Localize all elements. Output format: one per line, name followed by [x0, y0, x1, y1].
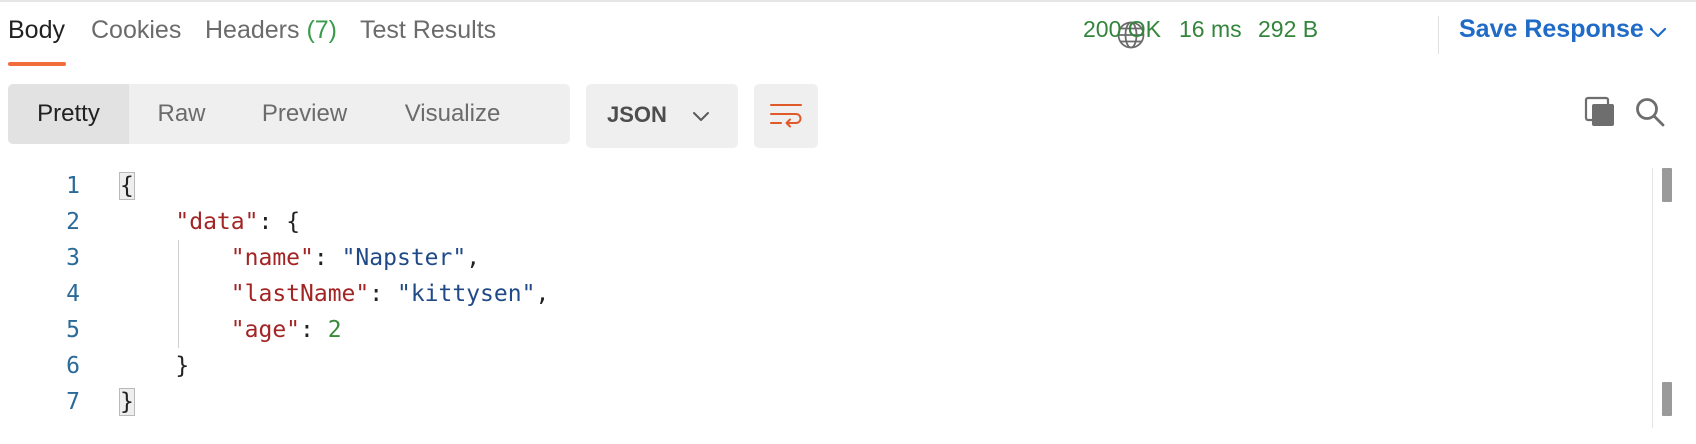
- wrap-lines-icon: [770, 104, 802, 128]
- wrap-lines-button[interactable]: [754, 84, 818, 148]
- scrollbar-track[interactable]: [1652, 168, 1653, 428]
- code-line: 1 {: [0, 168, 1600, 204]
- save-response-label: Save Response: [1459, 15, 1644, 43]
- code-line: 6 }: [0, 348, 1600, 384]
- format-dropdown[interactable]: JSON: [586, 84, 738, 148]
- response-panel: Body Cookies Headers (7) Test Results 20…: [0, 0, 1696, 444]
- scrollbar-marker: [1662, 382, 1672, 416]
- view-preview[interactable]: Preview: [234, 84, 375, 144]
- view-raw[interactable]: Raw: [129, 84, 234, 144]
- close-brace: }: [175, 353, 190, 379]
- tab-body[interactable]: Body: [8, 16, 65, 45]
- code-line: 4 "lastName": "kittysen",: [0, 276, 1600, 312]
- line-number: 3: [66, 245, 80, 271]
- close-brace: }: [119, 388, 135, 416]
- active-tab-indicator: [8, 62, 66, 66]
- line-number: 6: [66, 353, 80, 379]
- line-number: 1: [66, 173, 80, 199]
- response-time[interactable]: 16 ms: [1179, 16, 1242, 43]
- open-brace: {: [119, 172, 135, 200]
- tab-test-results-label: Test Results: [360, 16, 497, 44]
- line-number: 5: [66, 317, 80, 343]
- headers-count: (7): [306, 16, 338, 44]
- status-code[interactable]: 200 OK: [1083, 16, 1161, 43]
- json-key-age: "age": [230, 317, 301, 343]
- tab-cookies[interactable]: Cookies: [91, 16, 181, 45]
- code-line: 7 }: [0, 384, 1600, 420]
- divider: [1438, 16, 1439, 54]
- json-value-name: "Napster": [341, 245, 467, 271]
- json-value-lastname: "kittysen": [396, 281, 536, 307]
- view-mode-selector: Pretty Raw Preview Visualize: [8, 84, 570, 144]
- json-key-data: "data": [175, 209, 259, 235]
- tab-headers-label: Headers: [205, 16, 300, 44]
- response-tabs-bar: Body Cookies Headers (7) Test Results 20…: [0, 2, 1696, 68]
- scrollbar-thumb[interactable]: [1662, 168, 1672, 202]
- tab-cookies-label: Cookies: [91, 16, 182, 44]
- line-number: 7: [66, 389, 80, 415]
- code-line: 5 "age": 2: [0, 312, 1600, 348]
- line-number: 2: [66, 209, 80, 235]
- line-number: 4: [66, 281, 80, 307]
- save-response-button[interactable]: Save Response: [1459, 15, 1644, 44]
- chevron-down-icon[interactable]: [1648, 26, 1668, 40]
- copy-icon[interactable]: [1584, 96, 1616, 128]
- json-value-age: 2: [327, 317, 342, 343]
- code-line: 3 "name": "Napster",: [0, 240, 1600, 276]
- open-brace: {: [286, 209, 301, 235]
- chevron-down-icon: [692, 110, 710, 122]
- code-editor[interactable]: 1 { 2 "data": { 3 "name": "Napster", 4 "…: [0, 168, 1660, 428]
- view-pretty[interactable]: Pretty: [8, 84, 129, 144]
- code-line: 2 "data": {: [0, 204, 1600, 240]
- tab-test-results[interactable]: Test Results: [360, 16, 496, 45]
- view-visualize[interactable]: Visualize: [375, 84, 530, 144]
- search-icon[interactable]: [1634, 96, 1666, 128]
- tab-headers[interactable]: Headers (7): [205, 16, 337, 45]
- response-size[interactable]: 292 B: [1258, 16, 1318, 43]
- format-label: JSON: [607, 102, 667, 127]
- json-key-lastname: "lastName": [230, 281, 370, 307]
- json-key-name: "name": [230, 245, 314, 271]
- tab-body-label: Body: [8, 16, 65, 44]
